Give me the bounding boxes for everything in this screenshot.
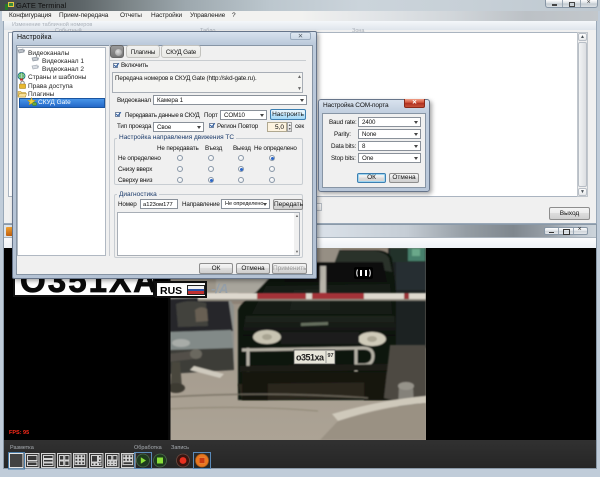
svg-text:о351ха: о351ха [296,353,325,363]
svg-text:97: 97 [327,353,333,359]
